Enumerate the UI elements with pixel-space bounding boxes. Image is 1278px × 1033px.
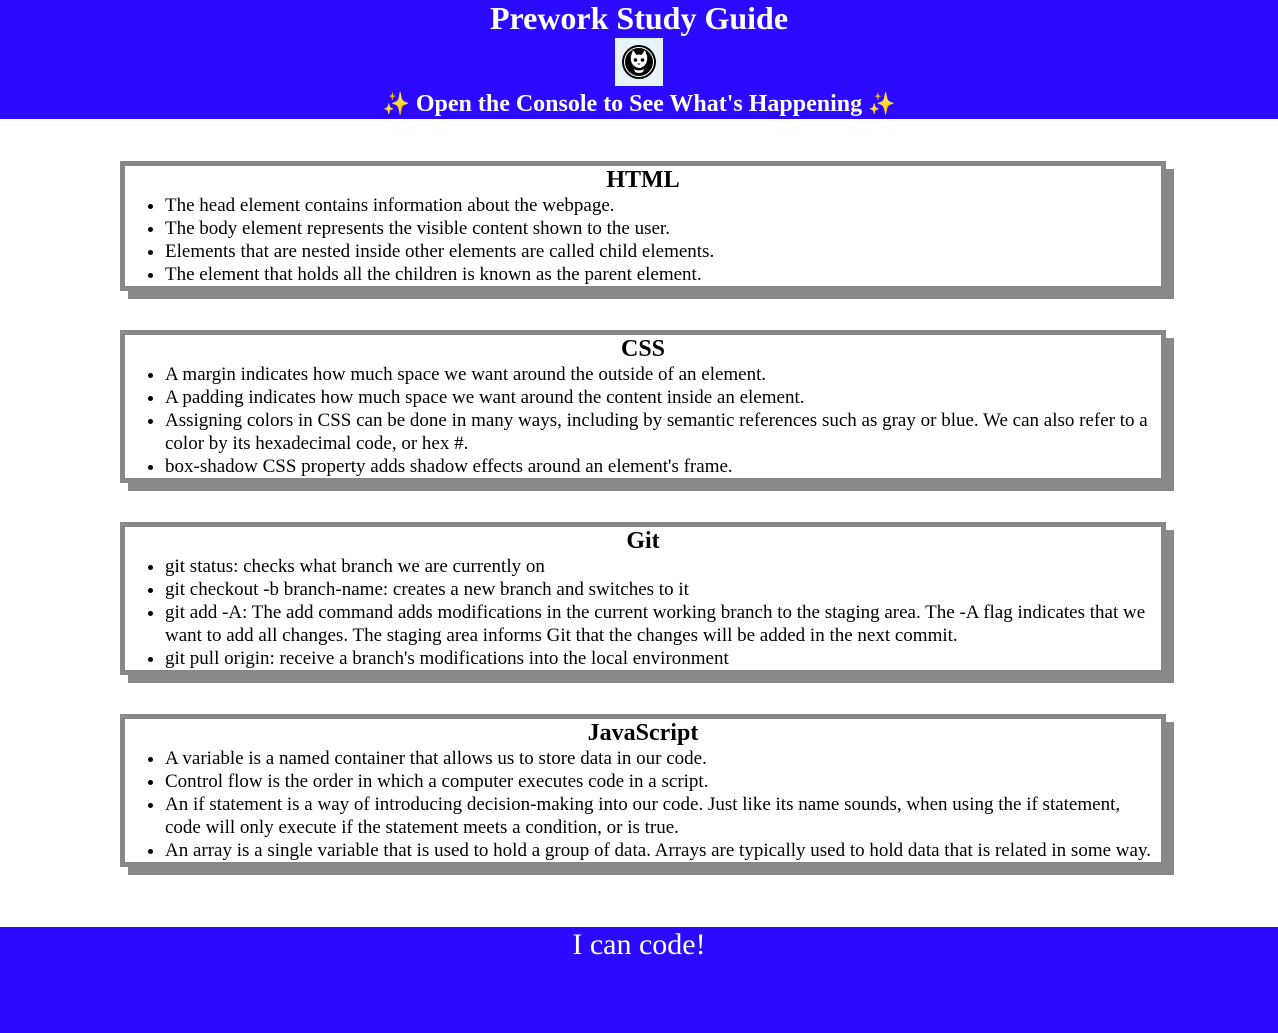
list-item: Elements that are nested inside other el…: [165, 240, 1161, 263]
list-item: git add -A: The add command adds modific…: [165, 601, 1161, 647]
list-item: A variable is a named container that all…: [165, 747, 1161, 770]
section-git: Git git status: checks what branch we ar…: [120, 522, 1166, 675]
page-header: Prework Study Guide ✨ Open the Console t…: [0, 0, 1278, 119]
list-item: git checkout -b branch-name: creates a n…: [165, 578, 1161, 601]
sparkle-icon: ✨: [868, 92, 896, 117]
cat-logo-icon: [622, 45, 656, 79]
list-item: An if statement is a way of introducing …: [165, 793, 1161, 839]
section-javascript: JavaScript A variable is a named contain…: [120, 714, 1166, 867]
list-item: Control flow is the order in which a com…: [165, 770, 1161, 793]
subtitle-text: Open the Console to See What's Happening: [415, 91, 863, 117]
section-heading: JavaScript: [587, 720, 699, 746]
list-item: git status: checks what branch we are cu…: [165, 555, 1161, 578]
list-item: A padding indicates how much space we wa…: [165, 386, 1161, 409]
footer-text: I can code!: [572, 928, 706, 961]
page-title: Prework Study Guide: [489, 0, 789, 36]
list-item: The element that holds all the children …: [165, 263, 1161, 286]
logo: [615, 38, 663, 86]
section-heading: CSS: [620, 336, 666, 362]
section-list: The head element contains information ab…: [125, 194, 1161, 286]
list-item: git pull origin: receive a branch's modi…: [165, 647, 1161, 670]
list-item: An array is a single variable that is us…: [165, 839, 1161, 862]
section-list: A variable is a named container that all…: [125, 747, 1161, 862]
list-item: The body element represents the visible …: [165, 217, 1161, 240]
list-item: Assigning colors in CSS can be done in m…: [165, 409, 1161, 455]
section-heading: HTML: [606, 167, 680, 193]
main-content: HTML The head element contains informati…: [0, 119, 1278, 927]
page-footer: I can code!: [0, 927, 1278, 1033]
sparkle-icon: ✨: [382, 92, 410, 117]
list-item: A margin indicates how much space we wan…: [165, 363, 1161, 386]
section-heading: Git: [626, 528, 660, 554]
section-list: git status: checks what branch we are cu…: [125, 555, 1161, 670]
list-item: The head element contains information ab…: [165, 194, 1161, 217]
list-item: box-shadow CSS property adds shadow effe…: [165, 455, 1161, 478]
section-list: A margin indicates how much space we wan…: [125, 363, 1161, 478]
section-css: CSS A margin indicates how much space we…: [120, 330, 1166, 483]
section-html: HTML The head element contains informati…: [120, 161, 1166, 291]
page-subtitle: ✨ Open the Console to See What's Happeni…: [0, 90, 1278, 119]
